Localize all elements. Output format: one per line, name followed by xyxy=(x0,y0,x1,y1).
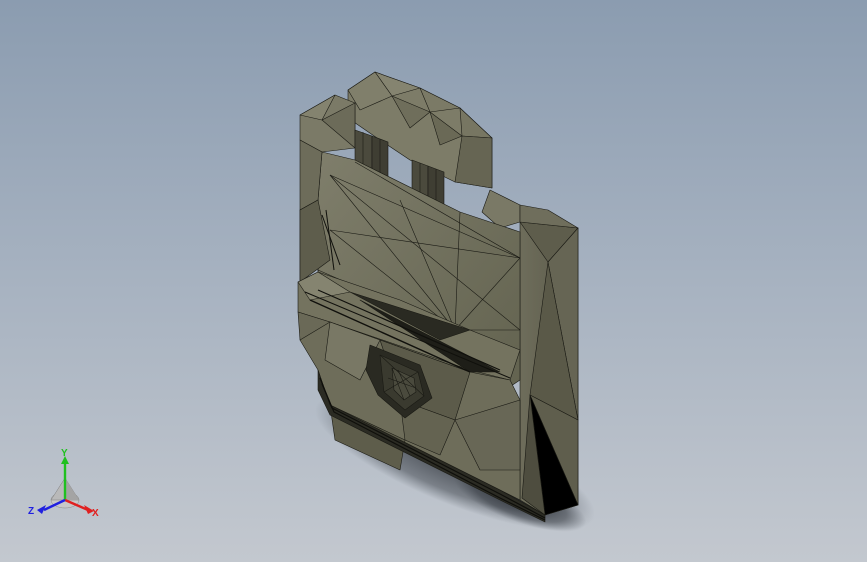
x-axis-label: X xyxy=(92,508,99,519)
model-body[interactable] xyxy=(297,71,579,523)
y-axis-label: Y xyxy=(61,448,68,459)
3d-viewport[interactable]: Y X Z xyxy=(0,0,867,562)
z-axis-label: Z xyxy=(28,506,34,517)
model-render[interactable] xyxy=(0,0,867,562)
axis-triad: Y X Z xyxy=(20,448,110,526)
